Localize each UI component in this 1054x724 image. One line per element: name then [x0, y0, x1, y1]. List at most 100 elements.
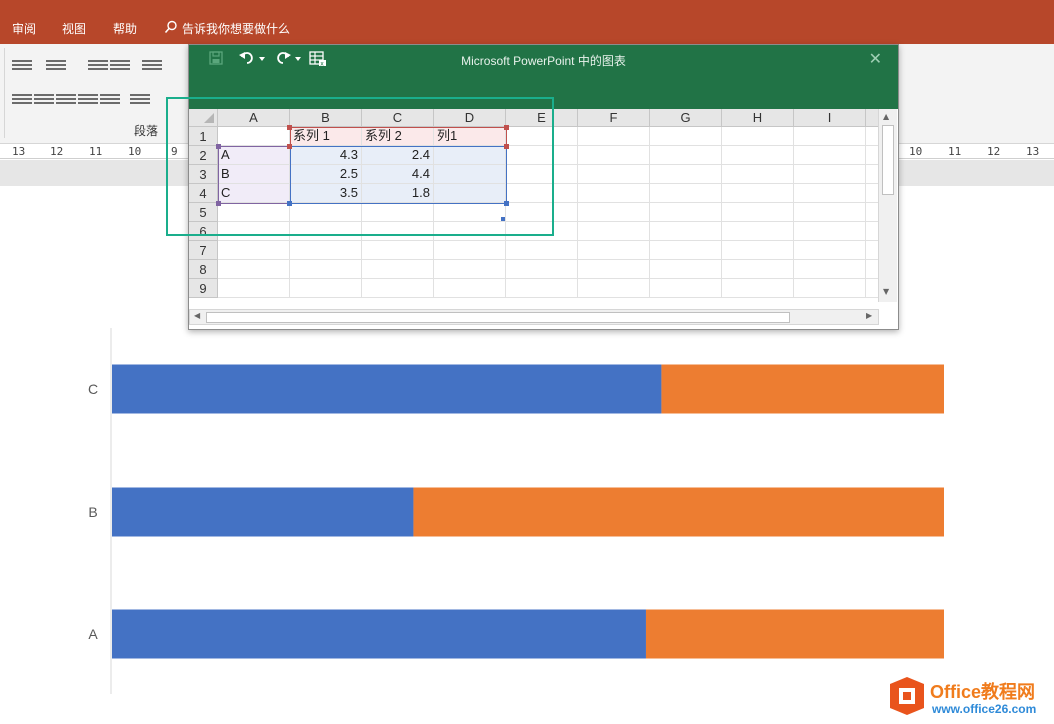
increase-indent-icon[interactable]: [110, 60, 130, 72]
powerpoint-window: 审阅 视图 帮助 告诉我你想要做什么 段落 13 12 11 10 9 10 1…: [0, 0, 1054, 724]
scroll-right-icon[interactable]: ▶: [866, 311, 872, 320]
align-right-icon[interactable]: [56, 94, 76, 106]
grid-cell[interactable]: [290, 241, 362, 260]
grid-cell[interactable]: [578, 146, 650, 165]
bar-segment-c-series-1[interactable]: [112, 364, 662, 414]
grid-cell[interactable]: [362, 241, 434, 260]
column-header-h[interactable]: H: [722, 109, 794, 127]
grid-cell[interactable]: [794, 203, 866, 222]
numbering-icon[interactable]: [46, 60, 66, 72]
grid-cell[interactable]: [218, 279, 290, 298]
columns-icon[interactable]: [130, 94, 150, 106]
grid-cell[interactable]: [290, 260, 362, 279]
tell-me-search[interactable]: 告诉我你想要做什么: [164, 20, 290, 37]
grid-cell[interactable]: [650, 184, 722, 203]
column-header-g[interactable]: G: [650, 109, 722, 127]
grid-cell[interactable]: [794, 184, 866, 203]
grid-cell[interactable]: [290, 279, 362, 298]
tab-help[interactable]: 帮助: [113, 20, 137, 37]
grid-cell[interactable]: [650, 279, 722, 298]
grid-cell[interactable]: [650, 165, 722, 184]
grid-cell[interactable]: [578, 203, 650, 222]
grid-cell[interactable]: [506, 279, 578, 298]
bar-segment-b-series-2[interactable]: [413, 487, 944, 537]
align-left-icon[interactable]: [12, 94, 32, 106]
grid-cell[interactable]: [650, 146, 722, 165]
scroll-down-icon[interactable]: ▼: [883, 287, 889, 296]
grid-cell[interactable]: [650, 241, 722, 260]
grid-cell[interactable]: [722, 203, 794, 222]
grid-cell[interactable]: [362, 260, 434, 279]
grid-cell[interactable]: [722, 241, 794, 260]
bar-segment-a-series-1[interactable]: [112, 609, 646, 659]
justify-icon[interactable]: [78, 94, 98, 106]
line-spacing-icon[interactable]: [142, 60, 162, 72]
grid-cell[interactable]: [578, 127, 650, 146]
scroll-left-icon[interactable]: ◀: [194, 311, 200, 320]
grid-cell[interactable]: [362, 279, 434, 298]
grid-cell[interactable]: [794, 165, 866, 184]
decrease-indent-icon[interactable]: [88, 60, 108, 72]
grid-cell[interactable]: [578, 260, 650, 279]
tab-review[interactable]: 审阅: [12, 20, 36, 37]
grid-cell[interactable]: [650, 203, 722, 222]
grid-cell[interactable]: [722, 127, 794, 146]
grid-cell[interactable]: [866, 127, 878, 146]
vertical-scroll-thumb[interactable]: [882, 125, 894, 195]
grid-cell[interactable]: [866, 260, 878, 279]
grid-cell[interactable]: [794, 146, 866, 165]
grid-cell[interactable]: [218, 260, 290, 279]
tab-view[interactable]: 视图: [62, 20, 86, 37]
row-header-9[interactable]: 9: [189, 279, 218, 298]
ruler-number: 13: [12, 145, 26, 158]
grid-cell[interactable]: [866, 165, 878, 184]
horizontal-scroll-thumb[interactable]: [206, 312, 790, 323]
grid-cell[interactable]: [650, 260, 722, 279]
grid-cell[interactable]: [794, 222, 866, 241]
grid-cell[interactable]: [650, 222, 722, 241]
grid-cell[interactable]: [794, 241, 866, 260]
row-header-7[interactable]: 7: [189, 241, 218, 260]
grid-cell[interactable]: [866, 279, 878, 298]
horizontal-scrollbar[interactable]: ◀ ▶: [189, 309, 879, 325]
grid-cell[interactable]: [722, 146, 794, 165]
grid-cell[interactable]: [434, 241, 506, 260]
bar-segment-c-series-2[interactable]: [661, 364, 944, 414]
ruler-number: 10: [128, 145, 142, 158]
bar-segment-b-series-1[interactable]: [112, 487, 414, 537]
grid-cell[interactable]: [506, 241, 578, 260]
grid-cell[interactable]: [434, 279, 506, 298]
grid-cell[interactable]: [506, 260, 578, 279]
grid-cell[interactable]: [866, 241, 878, 260]
grid-cell[interactable]: [722, 222, 794, 241]
scroll-up-icon[interactable]: ▲: [883, 112, 889, 121]
grid-cell[interactable]: [722, 279, 794, 298]
grid-cell[interactable]: [578, 165, 650, 184]
grid-cell[interactable]: [434, 260, 506, 279]
grid-cell[interactable]: [722, 165, 794, 184]
grid-cell[interactable]: [578, 279, 650, 298]
vertical-scrollbar[interactable]: ▲ ▼: [878, 109, 897, 302]
grid-cell[interactable]: [866, 222, 878, 241]
distributed-icon[interactable]: [100, 94, 120, 106]
grid-cell[interactable]: [578, 184, 650, 203]
grid-cell[interactable]: [578, 222, 650, 241]
grid-cell[interactable]: [866, 184, 878, 203]
grid-cell[interactable]: [650, 127, 722, 146]
grid-cell[interactable]: [218, 241, 290, 260]
close-icon[interactable]: ✕: [869, 49, 882, 68]
align-center-icon[interactable]: [34, 94, 54, 106]
grid-cell[interactable]: [722, 260, 794, 279]
grid-cell[interactable]: [794, 279, 866, 298]
column-header-f[interactable]: F: [578, 109, 650, 127]
grid-cell[interactable]: [794, 260, 866, 279]
grid-cell[interactable]: [866, 203, 878, 222]
bar-segment-a-series-2[interactable]: [645, 609, 944, 659]
grid-cell[interactable]: [578, 241, 650, 260]
bullets-icon[interactable]: [12, 60, 32, 72]
grid-cell[interactable]: [722, 184, 794, 203]
column-header-i[interactable]: I: [794, 109, 866, 127]
row-header-8[interactable]: 8: [189, 260, 218, 279]
grid-cell[interactable]: [866, 146, 878, 165]
grid-cell[interactable]: [794, 127, 866, 146]
